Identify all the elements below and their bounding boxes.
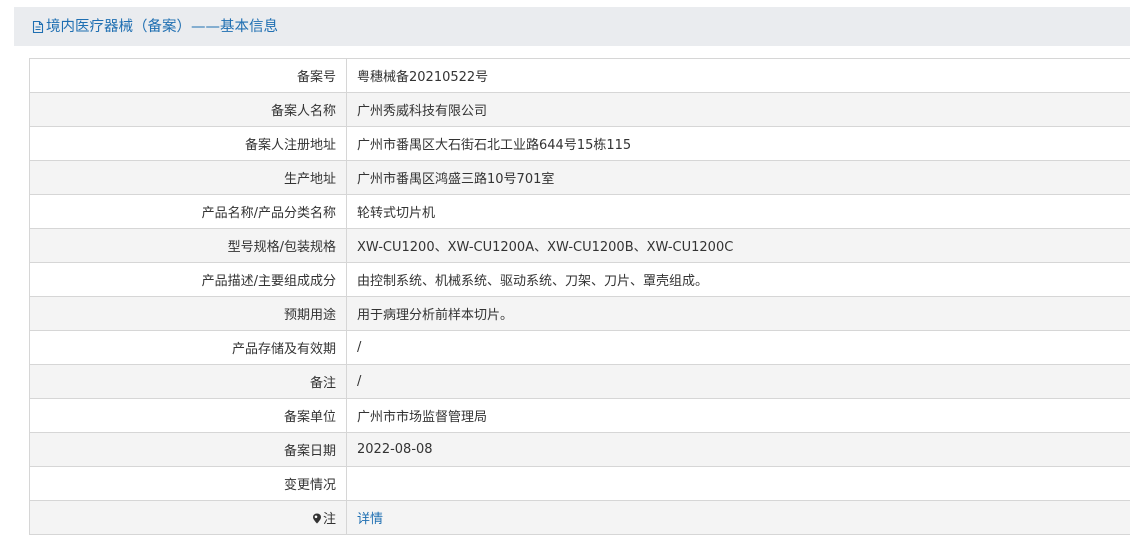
- table-row: 预期用途 用于病理分析前样本切片。: [29, 296, 1130, 331]
- basic-info-table: 备案号 粤穗械备20210522号 备案人名称 广州秀威科技有限公司 备案人注册地址 广州…: [29, 58, 1130, 535]
- row-value: XW-CU1200、XW-CU1200A、XW-CU1200B、XW-CU120…: [346, 228, 1130, 263]
- row-value: 广州市番禺区鸿盛三路10号701室: [346, 160, 1130, 195]
- table-row: 变更情况: [29, 466, 1130, 501]
- row-value: 广州市番禺区大石街石北工业路644号15栋115: [346, 126, 1130, 161]
- table-row: 备案人名称 广州秀威科技有限公司: [29, 92, 1130, 127]
- details-link[interactable]: 详情: [357, 512, 383, 527]
- table-row: 备案号 粤穗械备20210522号: [29, 58, 1130, 93]
- row-value: 用于病理分析前样本切片。: [346, 296, 1130, 331]
- row-value: 广州市市场监督管理局: [346, 398, 1130, 433]
- table-row: 型号规格/包装规格 XW-CU1200、XW-CU1200A、XW-CU1200B…: [29, 228, 1130, 263]
- section-title-wrap: 境内医疗器械（备案）——基本信息: [31, 17, 278, 37]
- note-row-value-cell: 详情: [346, 500, 1130, 535]
- row-value: /: [346, 330, 1130, 365]
- row-label: 变更情况: [29, 466, 347, 501]
- row-label: 型号规格/包装规格: [29, 228, 347, 263]
- note-label: 注: [322, 512, 336, 527]
- table-row: 产品描述/主要组成成分 由控制系统、机械系统、驱动系统、刀架、刀片、罩壳组成。: [29, 262, 1130, 297]
- section-header: 境内医疗器械（备案）——基本信息: [14, 7, 1130, 46]
- row-label: 生产地址: [29, 160, 347, 195]
- row-value: 2022-08-08: [346, 432, 1130, 467]
- row-label: 预期用途: [29, 296, 347, 331]
- section-title: 境内医疗器械（备案）——基本信息: [46, 18, 278, 35]
- table-row: 备案日期 2022-08-08: [29, 432, 1130, 467]
- row-label: 备注: [29, 364, 347, 399]
- row-value: 粤穗械备20210522号: [346, 58, 1130, 93]
- basic-info-table-body: 备案号 粤穗械备20210522号 备案人名称 广州秀威科技有限公司 备案人注册地址 广州…: [29, 58, 1130, 535]
- row-label: 备案号: [29, 58, 347, 93]
- table-row: 产品存储及有效期 /: [29, 330, 1130, 365]
- document-icon: [32, 20, 44, 33]
- row-label: 备案日期: [29, 432, 347, 467]
- row-value: /: [346, 364, 1130, 399]
- table-row: 备注 /: [29, 364, 1130, 399]
- table-row: 备案人注册地址 广州市番禺区大石街石北工业路644号15栋115: [29, 126, 1130, 161]
- row-label: 产品名称/产品分类名称: [29, 194, 347, 229]
- row-label: 产品描述/主要组成成分: [29, 262, 347, 297]
- note-row: 注 详情: [29, 500, 1130, 535]
- table-row: 生产地址 广州市番禺区鸿盛三路10号701室: [29, 160, 1130, 195]
- page: 境内医疗器械（备案）——基本信息 备案号 粤穗械备20210522号 备案人名称 广州…: [0, 0, 1130, 549]
- table-row: 备案单位 广州市市场监督管理局: [29, 398, 1130, 433]
- row-value: 广州秀威科技有限公司: [346, 92, 1130, 127]
- table-row: 产品名称/产品分类名称 轮转式切片机: [29, 194, 1130, 229]
- row-label: 备案人名称: [29, 92, 347, 127]
- row-value: 轮转式切片机: [346, 194, 1130, 229]
- row-value: 由控制系统、机械系统、驱动系统、刀架、刀片、罩壳组成。: [346, 262, 1130, 297]
- row-label: 备案单位: [29, 398, 347, 433]
- row-value: [346, 466, 1130, 501]
- row-label: 产品存储及有效期: [29, 330, 347, 365]
- map-marker-icon: [312, 513, 321, 524]
- row-label: 备案人注册地址: [29, 126, 347, 161]
- note-row-label-cell: 注: [29, 500, 347, 535]
